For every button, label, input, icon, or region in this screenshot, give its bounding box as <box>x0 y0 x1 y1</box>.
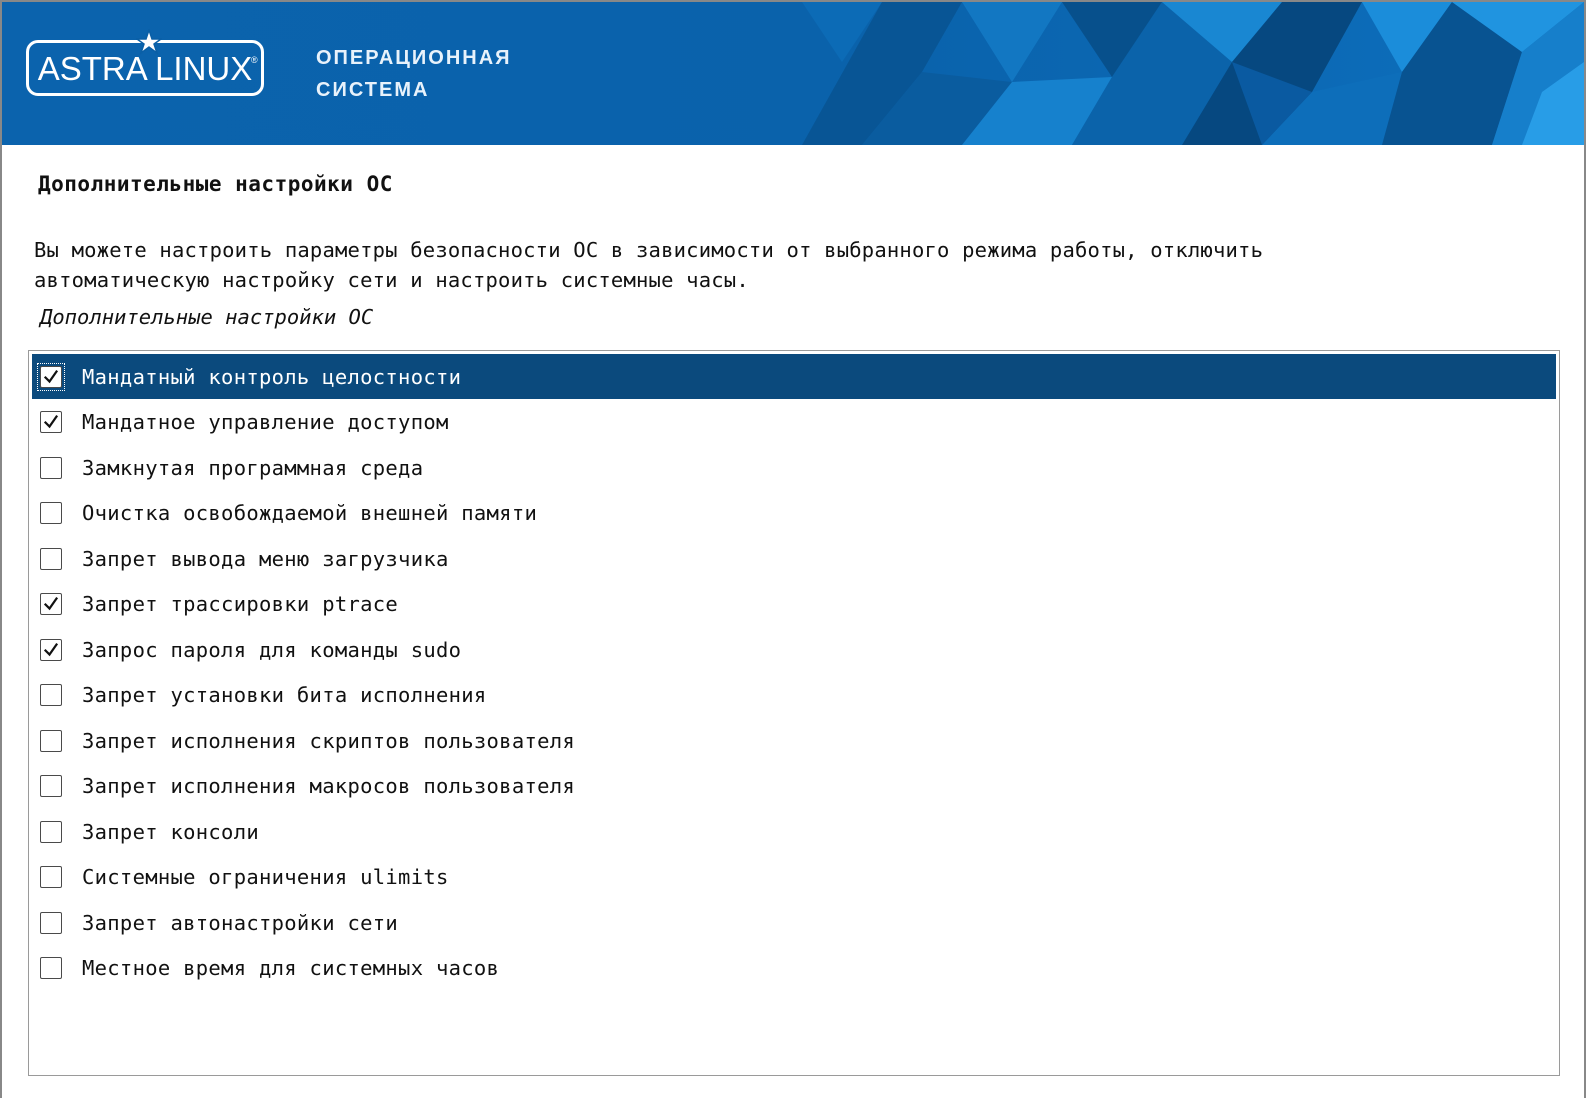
banner-subtitle-line2: СИСТЕМА <box>316 79 430 101</box>
option-row[interactable]: Запрос пароля для команды sudo <box>32 627 1556 672</box>
option-checkbox[interactable] <box>40 411 62 433</box>
option-label: Запрет вывода меню загрузчика <box>82 546 449 571</box>
logo-text: ASTRA LINUX <box>37 50 253 87</box>
checkmark-icon <box>43 642 59 656</box>
option-label: Запрет исполнения макросов пользователя <box>82 774 576 798</box>
page-description: Вы можете настроить параметры безопаснос… <box>34 235 1454 295</box>
registered-mark-icon: ® <box>251 55 258 65</box>
banner-subtitle-line1: ОПЕРАЦИОННАЯ <box>316 47 512 69</box>
option-label: Системные ограничения ulimits <box>82 865 449 889</box>
option-checkbox[interactable] <box>40 957 62 979</box>
option-checkbox[interactable] <box>40 729 62 752</box>
option-row[interactable]: Мандатный контроль целостности <box>32 354 1556 399</box>
option-checkbox[interactable] <box>40 820 62 843</box>
header-banner: ASTRA LINUX ® ОПЕРАЦИОННАЯ СИСТЕМА <box>2 2 1584 145</box>
focus-ring <box>37 362 65 391</box>
option-row[interactable]: Запрет вывода меню загрузчика <box>32 536 1556 581</box>
installer-window: ASTRA LINUX ® ОПЕРАЦИОННАЯ СИСТЕМА Допол… <box>0 0 1586 1098</box>
option-checkbox[interactable] <box>40 911 62 934</box>
option-checkbox[interactable] <box>40 775 62 797</box>
description-line2: автоматическую настройку сети и настроит… <box>34 268 749 292</box>
banner-subtitle: ОПЕРАЦИОННАЯ СИСТЕМА <box>316 42 512 106</box>
page-title: Дополнительные настройки ОС <box>38 172 393 196</box>
option-checkbox[interactable] <box>40 638 62 661</box>
option-row[interactable]: Системные ограничения ulimits <box>32 855 1556 900</box>
option-row[interactable]: Запрет консоли <box>32 809 1556 854</box>
option-label: Запрос пароля для команды sudo <box>82 637 462 662</box>
options-checklist[interactable]: Мандатный контроль целостности Мандатное … <box>28 350 1560 1076</box>
option-row[interactable]: Запрет автонастройки сети <box>32 900 1556 945</box>
option-label: Замкнутая программная среда <box>82 455 424 480</box>
option-checkbox[interactable] <box>40 593 62 615</box>
option-checkbox[interactable] <box>37 362 65 391</box>
option-row[interactable]: Запрет исполнения макросов пользователя <box>32 764 1556 809</box>
checkmark-icon <box>43 414 59 429</box>
option-checkbox[interactable] <box>40 684 62 706</box>
checkmark-icon <box>43 596 59 611</box>
option-checkbox[interactable] <box>40 866 62 888</box>
option-label: Очистка освобождаемой внешней памяти <box>82 501 538 525</box>
option-label: Запрет установки бита исполнения <box>82 683 487 707</box>
option-label: Запрет исполнения скриптов пользователя <box>82 728 576 753</box>
option-checkbox[interactable] <box>40 502 62 524</box>
astra-logo: ASTRA LINUX ® <box>26 29 264 96</box>
option-checkbox[interactable] <box>40 456 62 479</box>
option-label: Мандатное управление доступом <box>82 410 449 434</box>
option-row[interactable]: Местное время для системных часов <box>32 946 1556 991</box>
option-checkbox[interactable] <box>40 547 62 570</box>
option-label: Местное время для системных часов <box>82 956 500 980</box>
option-label: Запрет консоли <box>82 819 259 844</box>
option-row[interactable]: Очистка освобождаемой внешней памяти <box>32 491 1556 536</box>
option-row[interactable]: Запрет исполнения скриптов пользователя <box>32 718 1556 763</box>
option-row[interactable]: Запрет установки бита исполнения <box>32 673 1556 718</box>
option-row[interactable]: Запрет трассировки ptrace <box>32 582 1556 627</box>
description-line1: Вы можете настроить параметры безопаснос… <box>34 238 1264 262</box>
option-label: Запрет автонастройки сети <box>82 910 399 935</box>
list-caption: Дополнительные настройки ОС <box>40 305 374 329</box>
option-label: Мандатный контроль целостности <box>82 364 462 389</box>
option-label: Запрет трассировки ptrace <box>82 592 399 616</box>
option-row[interactable]: Мандатное управление доступом <box>32 400 1556 445</box>
option-row[interactable]: Замкнутая программная среда <box>32 445 1556 490</box>
